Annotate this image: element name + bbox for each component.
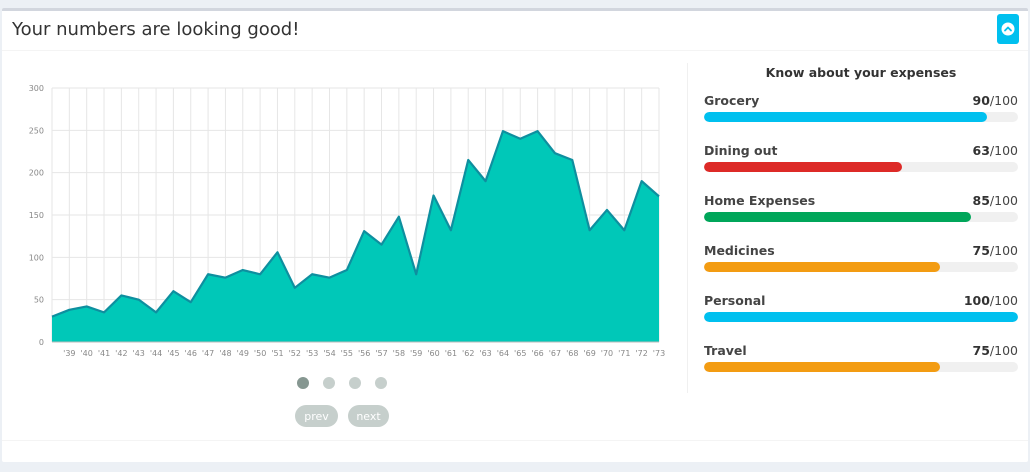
expense-item-home-expenses: Home Expenses 85/100	[704, 193, 1018, 225]
chevron-up-circle-icon	[1001, 22, 1015, 36]
y-tick-label: 50	[34, 296, 44, 305]
x-tick-label: '63	[479, 349, 491, 358]
y-tick-label: 300	[29, 84, 44, 93]
x-tick-label: '62	[462, 349, 474, 358]
x-tick-label: '42	[115, 349, 127, 358]
progress-track	[704, 262, 1018, 272]
expenses-panel: Know about your expenses Grocery 90/100 …	[704, 63, 1018, 372]
expense-value: 90/100	[972, 93, 1018, 108]
box-title: Your numbers are looking good!	[12, 19, 300, 40]
collapse-button[interactable]	[997, 14, 1019, 44]
progress-fill	[704, 312, 1018, 322]
progress-fill	[704, 162, 902, 172]
y-tick-label: 150	[29, 211, 44, 220]
x-tick-label: '72	[635, 349, 647, 358]
x-tick-label: '71	[618, 349, 630, 358]
x-tick-label: '69	[583, 349, 595, 358]
expense-label: Dining out	[704, 143, 778, 158]
expense-label: Home Expenses	[704, 193, 816, 208]
x-tick-label: '46	[185, 349, 197, 358]
x-tick-label: '43	[133, 349, 145, 358]
box-header: Your numbers are looking good!	[2, 11, 1028, 51]
expense-value: 85/100	[972, 193, 1018, 208]
x-tick-label: '67	[549, 349, 561, 358]
next-button[interactable]: next	[348, 405, 389, 427]
x-tick-label: '59	[410, 349, 422, 358]
x-tick-label: '58	[393, 349, 405, 358]
x-tick-label: '48	[219, 349, 231, 358]
progress-fill	[704, 112, 987, 122]
x-tick-label: '47	[202, 349, 214, 358]
x-tick-label: '60	[427, 349, 439, 358]
box-footer	[2, 440, 1028, 441]
x-tick-label: '40	[80, 349, 92, 358]
expense-value: 75/100	[972, 343, 1018, 358]
expense-value: 100/100	[963, 293, 1018, 308]
prev-button[interactable]: prev	[295, 405, 338, 427]
progress-track	[704, 362, 1018, 372]
x-tick-label: '68	[566, 349, 578, 358]
expense-label: Travel	[704, 343, 747, 358]
progress-fill	[704, 362, 940, 372]
x-tick-label: '55	[341, 349, 353, 358]
x-tick-label: '51	[271, 349, 283, 358]
x-tick-label: '73	[653, 349, 665, 358]
y-tick-label: 0	[39, 338, 44, 347]
progress-track	[704, 162, 1018, 172]
x-tick-label: '52	[289, 349, 301, 358]
progress-track	[704, 112, 1018, 122]
expense-value: 75/100	[972, 243, 1018, 258]
area-fill	[52, 131, 659, 342]
area-chart-svg: 0 50 100 150 200 250 300 '39 '40 '41 '42 '43 '44 '45 '…	[29, 84, 665, 358]
x-tick-label: '66	[531, 349, 543, 358]
y-tick-label: 200	[29, 169, 44, 178]
expense-label: Medicines	[704, 243, 775, 258]
x-tick-label: '41	[98, 349, 110, 358]
expense-item-grocery: Grocery 90/100	[704, 93, 1018, 125]
expense-label: Personal	[704, 293, 766, 308]
y-tick-label: 100	[29, 253, 44, 262]
x-tick-label: '65	[514, 349, 526, 358]
expense-value: 63/100	[972, 143, 1018, 158]
x-tick-label: '44	[150, 349, 162, 358]
expense-label: Grocery	[704, 93, 760, 108]
x-tick-label: '45	[167, 349, 179, 358]
numbers-box: Your numbers are looking good! 0 50 100 150…	[2, 8, 1028, 462]
carousel-dot[interactable]	[349, 377, 361, 389]
expenses-title: Know about your expenses	[765, 65, 957, 80]
expense-item-travel: Travel 75/100	[704, 343, 1018, 375]
x-tick-label: '70	[601, 349, 613, 358]
x-tick-label: '53	[306, 349, 318, 358]
expense-item-dining-out: Dining out 63/100	[704, 143, 1018, 175]
x-tick-label: '57	[375, 349, 387, 358]
expense-item-medicines: Medicines 75/100	[704, 243, 1018, 275]
divider	[687, 63, 688, 393]
x-tick-label: '56	[358, 349, 370, 358]
carousel-dot[interactable]	[375, 377, 387, 389]
x-tick-label: '61	[445, 349, 457, 358]
area-chart: 0 50 100 150 200 250 300 '39 '40 '41 '42 '43 '44 '45 '…	[22, 73, 667, 363]
progress-track	[704, 212, 1018, 222]
x-tick-label: '39	[63, 349, 75, 358]
expense-item-personal: Personal 100/100	[704, 293, 1018, 325]
x-tick-label: '49	[237, 349, 249, 358]
progress-fill	[704, 262, 940, 272]
carousel-dot[interactable]	[323, 377, 335, 389]
carousel-dots	[297, 377, 397, 391]
x-tick-label: '54	[323, 349, 335, 358]
x-tick-label: '50	[254, 349, 266, 358]
x-tick-label: '64	[497, 349, 509, 358]
progress-track	[704, 312, 1018, 322]
carousel-dot[interactable]	[297, 377, 309, 389]
progress-fill	[704, 212, 971, 222]
y-tick-label: 250	[29, 126, 44, 135]
